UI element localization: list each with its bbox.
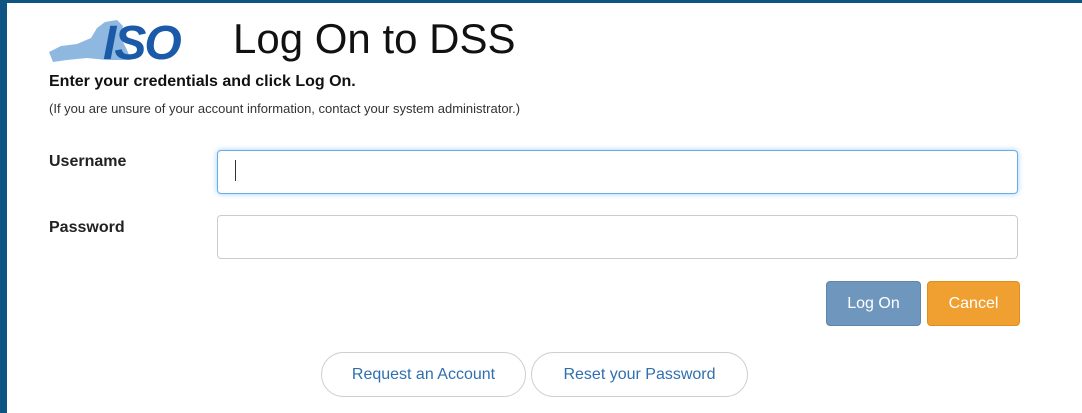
- nyiso-logo: ISO: [49, 17, 183, 66]
- page-title: Log On to DSS: [233, 15, 516, 62]
- page-frame: ISO Log On to DSS Enter your credentials…: [0, 0, 1082, 413]
- logo-text: ISO: [103, 17, 181, 66]
- password-input[interactable]: [217, 215, 1018, 259]
- instructions-hint: (If you are unsure of your account infor…: [49, 101, 521, 116]
- username-input[interactable]: [217, 150, 1018, 194]
- header: ISO: [47, 11, 237, 71]
- username-label: Username: [49, 153, 127, 170]
- request-account-button[interactable]: Request an Account: [321, 352, 526, 397]
- instructions-heading: Enter your credentials and click Log On.: [49, 73, 356, 90]
- reset-password-button[interactable]: Reset your Password: [531, 352, 748, 397]
- cancel-button[interactable]: Cancel: [927, 281, 1020, 326]
- log-on-button[interactable]: Log On: [826, 281, 921, 326]
- password-label: Password: [49, 219, 125, 236]
- text-cursor: [235, 160, 236, 181]
